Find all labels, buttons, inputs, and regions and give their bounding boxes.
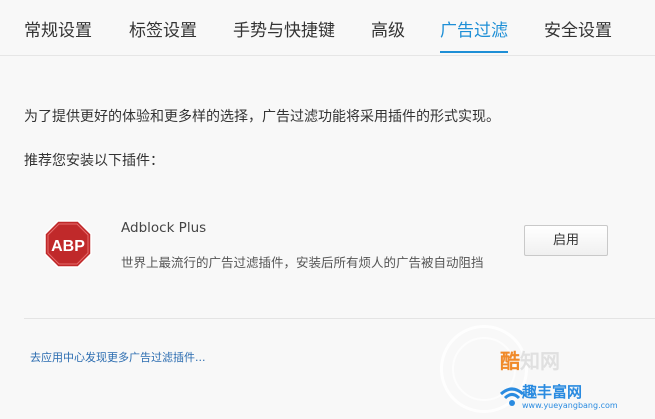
adblock-plus-logo-icon: ABP: [44, 220, 92, 268]
settings-tabs: 常规设置 标签设置 手势与快捷键 高级 广告过滤 安全设置: [0, 0, 655, 56]
app-center-link[interactable]: 去应用中心发现更多广告过滤插件...: [30, 349, 206, 365]
watermark-logo-qufengfu: 趣丰富网: [522, 383, 583, 401]
settings-page: 常规设置 标签设置 手势与快捷键 高级 广告过滤 安全设置 为了提供更好的体验和…: [0, 0, 655, 419]
plugin-name: Adblock Plus: [121, 220, 207, 236]
abp-logo-text: ABP: [51, 238, 85, 255]
tab-tabs[interactable]: 标签设置: [129, 16, 197, 56]
tab-security[interactable]: 安全设置: [544, 16, 612, 56]
divider: [24, 318, 655, 319]
tab-general[interactable]: 常规设置: [24, 16, 92, 56]
enable-button[interactable]: 启用: [524, 225, 608, 256]
plugin-description: 世界上最流行的广告过滤插件，安装后所有烦人的广告被自动阻挡: [121, 255, 484, 270]
recommend-text: 推荐您安装以下插件：: [24, 153, 164, 169]
watermark-logo-kuzhi: 酷知网: [500, 349, 560, 373]
tab-advanced[interactable]: 高级: [371, 16, 405, 56]
intro-text: 为了提供更好的体验和更多样的选择，广告过滤功能将采用插件的形式实现。: [24, 109, 500, 125]
watermark-url: www.yueyangbang.com: [522, 401, 618, 410]
tab-gestures-shortcuts[interactable]: 手势与快捷键: [233, 16, 335, 56]
plugin-row-adblock-plus: ABP Adblock Plus 世界上最流行的广告过滤插件，安装后所有烦人的广…: [0, 200, 655, 300]
tab-ad-filter[interactable]: 广告过滤: [440, 16, 508, 56]
